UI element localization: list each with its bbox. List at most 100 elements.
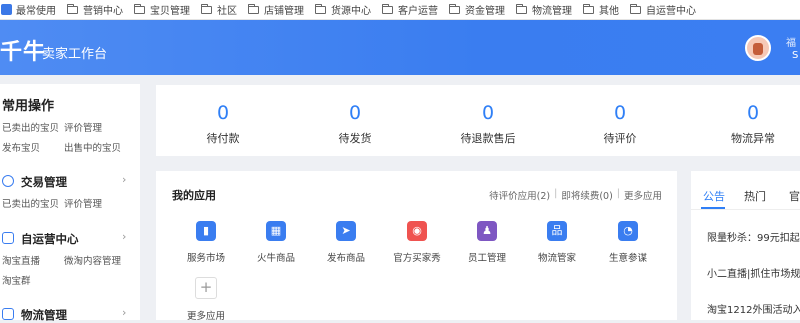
bookmark-label: 自运营中心 bbox=[646, 6, 696, 17]
app-label: 服务市场 bbox=[186, 253, 225, 264]
sidebar-link-publish[interactable]: 发布宝贝 bbox=[2, 140, 40, 154]
bookmark-label: 最常使用 bbox=[16, 6, 56, 17]
my-apps-panel: 我的应用 待评价应用(2) | 即将续费(0) | 更多应用 ▮ 服务市场 ▦ 火牛商… bbox=[156, 171, 677, 322]
sidebar-link-sold[interactable]: 已卖出的宝贝 bbox=[2, 120, 59, 134]
renewal-link[interactable]: 即将续费(0) bbox=[561, 188, 612, 202]
service-market-icon[interactable]: ▮ bbox=[196, 221, 216, 241]
bookmark-item[interactable]: 营销中心 bbox=[63, 0, 130, 19]
bookmark-label: 社区 bbox=[217, 6, 237, 17]
tab-announcements[interactable]: 公告 bbox=[703, 188, 725, 204]
stat-label: 物流异常 bbox=[731, 132, 775, 145]
notice-item[interactable]: 小二直播|抓住市场规 bbox=[707, 265, 800, 280]
app-tile[interactable]: ▮ 服务市场 bbox=[171, 221, 241, 264]
app-label: 官方买家秀 bbox=[393, 253, 441, 264]
stat-pending-payment[interactable]: 0 待付款 bbox=[158, 85, 288, 146]
logo[interactable]: 千牛 bbox=[0, 34, 46, 66]
sidebar-section-trade[interactable]: 交易管理 bbox=[21, 174, 67, 190]
sidebar-link-reviews[interactable]: 评价管理 bbox=[64, 120, 102, 134]
folder-icon bbox=[248, 3, 259, 14]
app-glyph: ♟ bbox=[482, 224, 492, 237]
stat-pending-shipment[interactable]: 0 待发货 bbox=[290, 85, 420, 146]
user-name[interactable]: 福 bbox=[786, 34, 796, 49]
bookmark-label: 客户运营 bbox=[398, 6, 438, 17]
my-apps-title: 我的应用 bbox=[172, 189, 216, 202]
bookmark-item[interactable]: 宝贝管理 bbox=[130, 0, 197, 19]
stat-value[interactable]: 0 bbox=[158, 102, 288, 124]
chevron-right-icon[interactable]: › bbox=[122, 173, 126, 186]
sidebar: 常用操作 已卖出的宝贝 评价管理 发布宝贝 出售中的宝贝 交易管理 › 已卖出的… bbox=[0, 84, 140, 323]
sidebar-link-trade-sold[interactable]: 已卖出的宝贝 bbox=[2, 196, 59, 210]
stat-pending-review[interactable]: 0 待评价 bbox=[555, 85, 685, 146]
stat-label: 待退款售后 bbox=[460, 132, 516, 145]
sidebar-link-live[interactable]: 淘宝直播 bbox=[2, 253, 40, 267]
apps-links: 待评价应用(2) | 即将续费(0) | 更多应用 bbox=[489, 188, 662, 202]
app-tile[interactable]: ♟ 员工管理 bbox=[452, 221, 522, 264]
app-label: 物流管家 bbox=[537, 253, 576, 264]
more-apps-link[interactable]: 更多应用 bbox=[624, 188, 662, 202]
app-tile[interactable]: ➤ 发布商品 bbox=[311, 221, 381, 264]
bookmark-label: 营销中心 bbox=[83, 6, 123, 17]
trade-icon bbox=[2, 175, 14, 187]
sidebar-link-weitao[interactable]: 微淘内容管理 bbox=[64, 253, 121, 267]
tab-hot[interactable]: 热门 bbox=[744, 188, 766, 204]
sidebar-link-group[interactable]: 淘宝群 bbox=[2, 273, 31, 287]
bookmark-item[interactable]: 店铺管理 bbox=[244, 0, 311, 19]
stat-label: 待发货 bbox=[338, 132, 372, 145]
app-label: 发布商品 bbox=[326, 253, 365, 264]
stat-label: 待评价 bbox=[603, 132, 637, 145]
stat-value[interactable]: 0 bbox=[290, 102, 420, 124]
bookmark-item[interactable]: 客户运营 bbox=[378, 0, 445, 19]
sidebar-link-on-sale[interactable]: 出售中的宝贝 bbox=[64, 140, 121, 154]
folder-icon bbox=[315, 3, 326, 14]
user-sub: S bbox=[792, 50, 799, 61]
bookmark-item[interactable]: 物流管理 bbox=[512, 0, 579, 19]
sidebar-link-trade-reviews[interactable]: 评价管理 bbox=[64, 196, 102, 210]
folder-icon bbox=[382, 3, 393, 14]
bookmark-label: 货源中心 bbox=[331, 6, 371, 17]
app-more[interactable]: + 更多应用 bbox=[171, 277, 241, 322]
chevron-right-icon[interactable]: › bbox=[122, 230, 126, 243]
business-advisor-icon[interactable]: ◔ bbox=[618, 221, 638, 241]
app-tile[interactable]: ◔ 生意参谋 bbox=[593, 221, 663, 264]
bookmark-item[interactable]: 最常使用 bbox=[0, 0, 63, 19]
bookmark-item[interactable]: 货源中心 bbox=[311, 0, 378, 19]
staff-icon[interactable]: ♟ bbox=[477, 221, 497, 241]
folder-icon bbox=[67, 3, 78, 14]
stat-value[interactable]: 0 bbox=[688, 102, 800, 124]
sidebar-section-self-operation[interactable]: 自运营中心 bbox=[21, 231, 79, 247]
app-header: 千牛 卖家工作台 福 S bbox=[0, 20, 800, 75]
notices-panel: 公告 热门 官 限量秒杀：99元扣起 小二直播|抓住市场规 淘宝1212外围活动… bbox=[691, 171, 800, 320]
pending-review-apps-link[interactable]: 待评价应用(2) bbox=[489, 188, 550, 202]
app-label: 生意参谋 bbox=[608, 253, 647, 264]
notice-item[interactable]: 淘宝1212外围活动入 bbox=[707, 301, 800, 316]
bookmark-label: 物流管理 bbox=[532, 6, 572, 17]
bookmark-label: 其他 bbox=[599, 6, 619, 17]
chevron-right-icon[interactable]: › bbox=[122, 306, 126, 319]
app-tile[interactable]: ◉ 官方买家秀 bbox=[382, 221, 452, 264]
app-glyph: ▦ bbox=[270, 224, 282, 237]
notice-item[interactable]: 限量秒杀：99元扣起 bbox=[707, 229, 800, 244]
huoniu-icon[interactable]: ▦ bbox=[266, 221, 286, 241]
order-stats: 0 待付款 0 待发货 0 待退款售后 0 待评价 0 物流异常 bbox=[156, 85, 800, 156]
buyer-show-icon[interactable]: ◉ bbox=[407, 221, 427, 241]
plus-icon[interactable]: + bbox=[195, 277, 217, 299]
stat-value[interactable]: 0 bbox=[555, 102, 685, 124]
app-tile[interactable]: ▦ 火牛商品 bbox=[241, 221, 311, 264]
avatar[interactable] bbox=[745, 35, 771, 61]
bookmark-item[interactable]: 其他 bbox=[579, 0, 626, 19]
bookmark-item[interactable]: 资金管理 bbox=[445, 0, 512, 19]
stat-logistics-exception[interactable]: 0 物流异常 bbox=[688, 85, 800, 146]
app-tile[interactable]: 品物流管家 bbox=[522, 221, 592, 264]
chat-icon bbox=[2, 232, 14, 244]
stat-value[interactable]: 0 bbox=[423, 102, 553, 124]
logistics-keeper-icon[interactable]: 品 bbox=[547, 221, 567, 241]
tab-official[interactable]: 官 bbox=[789, 188, 800, 204]
sidebar-section-logistics[interactable]: 物流管理 bbox=[21, 307, 67, 323]
bookmark-item[interactable]: 自运营中心 bbox=[626, 0, 703, 19]
bookmark-item[interactable]: 社区 bbox=[197, 0, 244, 19]
stat-pending-refund[interactable]: 0 待退款售后 bbox=[423, 85, 553, 146]
app-glyph: ▮ bbox=[202, 224, 210, 237]
publish-icon[interactable]: ➤ bbox=[336, 221, 356, 241]
app-glyph: ◔ bbox=[623, 224, 633, 237]
folder-icon bbox=[583, 3, 594, 14]
